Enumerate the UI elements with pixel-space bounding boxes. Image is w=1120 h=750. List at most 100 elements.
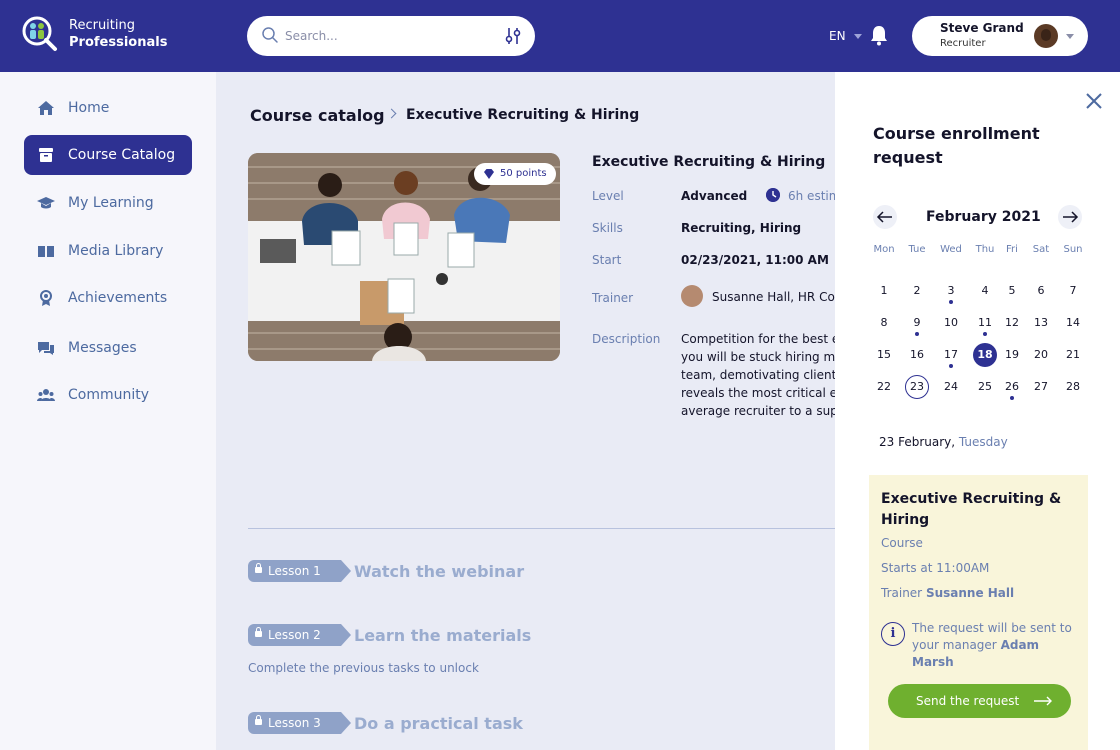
event-indicator-dot xyxy=(915,332,919,336)
description-line: Competition for the best ex xyxy=(681,332,835,346)
panel-title: Course enrollment request xyxy=(873,124,1040,167)
calendar-day[interactable]: 8 xyxy=(872,311,896,335)
clock-icon xyxy=(766,188,780,202)
calendar-day[interactable]: 18 xyxy=(973,343,997,367)
top-bar: Recruiting Professionals EN Steve Grand … xyxy=(0,0,1120,72)
arrow-left-icon xyxy=(876,211,892,223)
calendar-day[interactable]: 13 xyxy=(1029,311,1053,335)
calendar-day[interactable]: 19 xyxy=(1000,343,1024,367)
chat-icon xyxy=(38,342,54,355)
lesson-tag: Lesson 2 xyxy=(248,624,351,646)
calendar-day[interactable]: 27 xyxy=(1029,375,1053,399)
level-label: Level xyxy=(592,189,624,203)
lesson-title: Do a practical task xyxy=(354,714,523,733)
calendar-day[interactable]: 1 xyxy=(872,279,896,303)
enrollment-panel: Course enrollment request February 2021 … xyxy=(835,72,1120,750)
sidebar: Home Course Catalog My Learning Media Li… xyxy=(0,72,216,750)
card-trainer-prefix: Trainer xyxy=(881,586,923,600)
sidebar-item-label: Achievements xyxy=(68,290,168,306)
sidebar-item-course-catalog[interactable]: Course Catalog xyxy=(24,135,192,175)
points-badge: 50 points xyxy=(474,163,556,185)
selected-date: 23 February, Tuesday xyxy=(879,435,1008,449)
lesson-title: Learn the materials xyxy=(354,626,532,645)
search-input[interactable] xyxy=(285,26,485,46)
calendar-day[interactable]: 7 xyxy=(1061,279,1085,303)
trainer-avatar xyxy=(681,285,703,307)
catalog-icon xyxy=(39,148,53,162)
calendar-day[interactable]: 10 xyxy=(939,311,963,335)
bell-icon[interactable] xyxy=(869,24,889,46)
sidebar-item-home[interactable]: Home xyxy=(24,88,192,128)
search-bar xyxy=(247,16,535,56)
card-trainer: Trainer Susanne Hall xyxy=(881,586,1014,600)
user-name: Steve Grand xyxy=(940,21,1024,35)
description-line: reveals the most critical ele xyxy=(681,386,835,400)
diamond-icon xyxy=(484,169,494,179)
calendar-day[interactable]: 28 xyxy=(1061,375,1085,399)
course-description: Competition for the best ex you will be … xyxy=(681,330,835,420)
send-request-label: Send the request xyxy=(916,694,1020,708)
event-indicator-dot xyxy=(949,364,953,368)
sidebar-item-media-library[interactable]: Media Library xyxy=(24,231,192,271)
calendar-day[interactable]: 21 xyxy=(1061,343,1085,367)
description-line: average recruiter to a supe xyxy=(681,404,835,418)
selected-weekday: Tuesday xyxy=(958,435,1008,449)
people-icon xyxy=(37,389,55,401)
prev-month-button[interactable] xyxy=(873,205,897,229)
calendar-day[interactable]: 4 xyxy=(973,279,997,303)
calendar-day[interactable]: 20 xyxy=(1029,343,1053,367)
avatar xyxy=(1034,24,1058,48)
calendar-day[interactable]: 24 xyxy=(939,375,963,399)
weekday-label: Sat xyxy=(1032,244,1050,255)
event-indicator-dot xyxy=(949,300,953,304)
calendar-day[interactable]: 2 xyxy=(905,279,929,303)
user-role: Recruiter xyxy=(940,38,986,49)
language-selector[interactable]: EN xyxy=(829,29,862,43)
award-icon xyxy=(40,290,52,306)
calendar-day[interactable]: 14 xyxy=(1061,311,1085,335)
lesson-tag: Lesson 1 xyxy=(248,560,351,582)
sidebar-item-label: Messages xyxy=(68,340,137,356)
lesson-tag: Lesson 3 xyxy=(248,712,351,734)
user-menu[interactable]: Steve Grand Recruiter xyxy=(912,16,1088,56)
lock-icon xyxy=(255,563,262,573)
calendar-day[interactable]: 22 xyxy=(872,375,896,399)
sidebar-item-community[interactable]: Community xyxy=(24,375,192,415)
request-summary-card: Executive Recruiting & Hiring Course Sta… xyxy=(869,475,1088,750)
calendar-day[interactable]: 25 xyxy=(973,375,997,399)
calendar-day[interactable]: 6 xyxy=(1029,279,1053,303)
arrow-right-icon xyxy=(1034,696,1052,706)
calendar-day[interactable]: 12 xyxy=(1000,311,1024,335)
weekday-label: Sun xyxy=(1063,244,1083,255)
language-label: EN xyxy=(829,29,846,43)
calendar-day[interactable]: 16 xyxy=(905,343,929,367)
manager-note-text: The request will be sent to your manager xyxy=(912,621,1072,652)
card-course-title: Executive Recruiting & Hiring xyxy=(881,491,1062,528)
level-value: Advanced xyxy=(681,189,748,203)
manager-note: The request will be sent to your manager… xyxy=(912,620,1084,671)
search-icon xyxy=(262,27,278,43)
weekday-label: Tue xyxy=(908,244,926,255)
trainer-label: Trainer xyxy=(592,291,634,305)
calendar-day[interactable]: 5 xyxy=(1000,279,1024,303)
breadcrumb-root[interactable]: Course catalog xyxy=(250,106,385,125)
lesson-tag-label: Lesson 1 xyxy=(268,564,321,578)
section-divider xyxy=(248,528,835,529)
sidebar-item-my-learning[interactable]: My Learning xyxy=(24,183,192,223)
course-image: 50 points xyxy=(248,153,560,361)
filter-sliders-icon[interactable] xyxy=(505,26,521,46)
weekday-label: Mon xyxy=(873,244,895,255)
description-line: you will be stuck hiring med xyxy=(681,350,835,364)
calendar-day[interactable]: 15 xyxy=(872,343,896,367)
send-request-button[interactable]: Send the request xyxy=(888,684,1071,718)
sidebar-item-messages[interactable]: Messages xyxy=(24,328,192,368)
lesson-title: Watch the webinar xyxy=(354,562,525,581)
book-icon xyxy=(38,246,54,257)
sidebar-item-achievements[interactable]: Achievements xyxy=(24,278,192,318)
close-icon[interactable] xyxy=(1085,92,1103,110)
calendar-day[interactable]: 23 xyxy=(905,375,929,399)
next-month-button[interactable] xyxy=(1058,205,1082,229)
event-indicator-dot xyxy=(1010,396,1014,400)
description-line: team, demotivating clients xyxy=(681,368,835,382)
home-icon xyxy=(38,101,54,115)
